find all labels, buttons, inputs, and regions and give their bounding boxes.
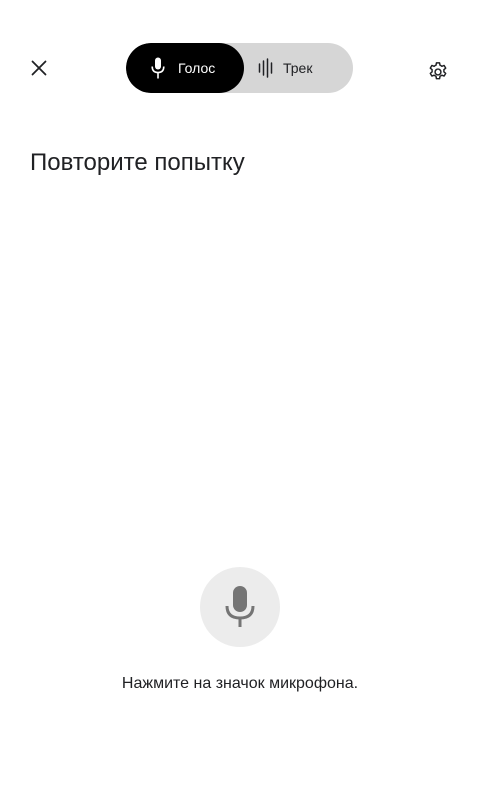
tab-voice-label: Голос	[178, 60, 216, 76]
close-button[interactable]	[23, 52, 55, 84]
gear-icon	[429, 62, 447, 80]
waveform-icon	[258, 58, 274, 78]
microphone-button[interactable]	[200, 567, 280, 647]
settings-button[interactable]	[422, 56, 454, 88]
microphone-icon	[225, 586, 255, 627]
tab-track-label: Трек	[283, 60, 313, 76]
mode-toggle: Голос Трек	[126, 43, 353, 93]
close-icon	[31, 60, 47, 76]
microphone-icon	[151, 57, 165, 79]
search-by-voice-screen: Голос Трек Повторите попытку Нажмите на …	[0, 0, 480, 812]
hint-text: Нажмите на значок микрофона.	[121, 675, 359, 692]
tab-voice[interactable]: Голос	[126, 43, 244, 93]
tab-track[interactable]: Трек	[244, 43, 353, 93]
status-title: Повторите попытку	[30, 149, 245, 176]
